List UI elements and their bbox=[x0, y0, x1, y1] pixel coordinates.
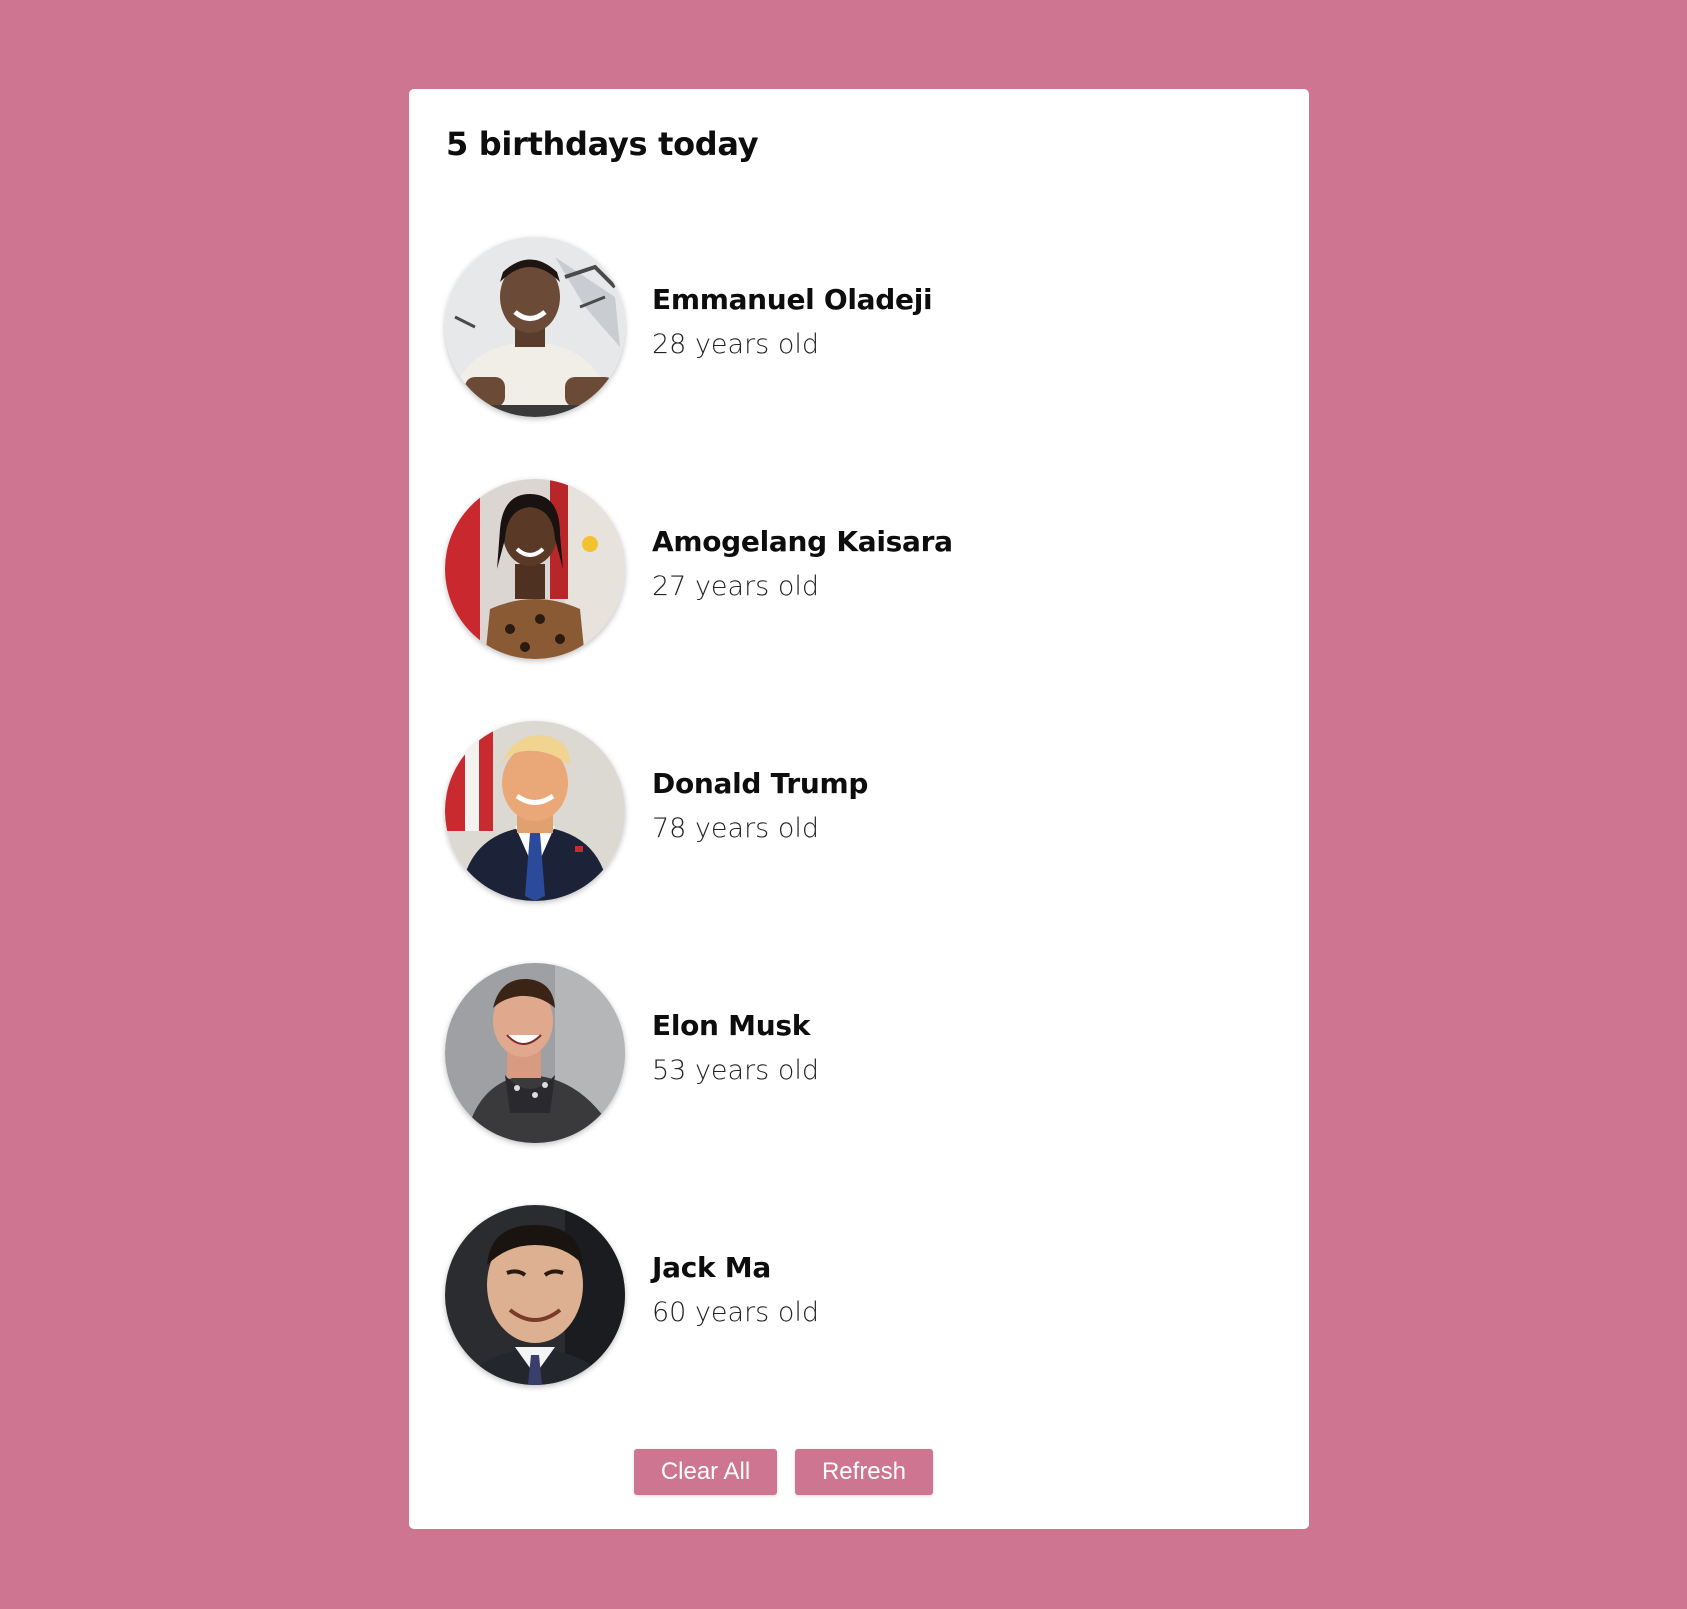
person-photo bbox=[445, 479, 625, 659]
person-photo bbox=[445, 237, 625, 417]
person-age: 28 years old bbox=[652, 329, 819, 360]
list-item: Amogelang Kaisara 27 years old bbox=[445, 479, 1265, 659]
person-age: 60 years old bbox=[652, 1297, 819, 1328]
birthday-card: 5 birthdays today Emmanuel Oladeji 28 ye… bbox=[409, 89, 1309, 1529]
list-item: Jack Ma 60 years old bbox=[445, 1205, 1265, 1385]
person-age: 78 years old bbox=[652, 813, 819, 844]
person-photo bbox=[445, 963, 625, 1143]
person-name: Donald Trump bbox=[652, 767, 869, 800]
refresh-button[interactable]: Refresh bbox=[795, 1449, 933, 1495]
avatar bbox=[445, 479, 625, 659]
person-name: Amogelang Kaisara bbox=[652, 525, 953, 558]
person-age: 27 years old bbox=[652, 571, 819, 602]
page-title: 5 birthdays today bbox=[446, 125, 759, 163]
person-name: Elon Musk bbox=[652, 1009, 811, 1042]
person-name: Jack Ma bbox=[652, 1251, 771, 1284]
clear-all-button[interactable]: Clear All bbox=[634, 1449, 777, 1495]
person-photo bbox=[445, 1205, 625, 1385]
list-item: Emmanuel Oladeji 28 years old bbox=[445, 237, 1265, 417]
avatar bbox=[445, 963, 625, 1143]
person-photo bbox=[445, 721, 625, 901]
list-item: Donald Trump 78 years old bbox=[445, 721, 1265, 901]
avatar bbox=[445, 1205, 625, 1385]
person-name: Emmanuel Oladeji bbox=[652, 283, 933, 316]
avatar bbox=[445, 721, 625, 901]
list-item: Elon Musk 53 years old bbox=[445, 963, 1265, 1143]
person-age: 53 years old bbox=[652, 1055, 819, 1086]
avatar bbox=[445, 237, 625, 417]
